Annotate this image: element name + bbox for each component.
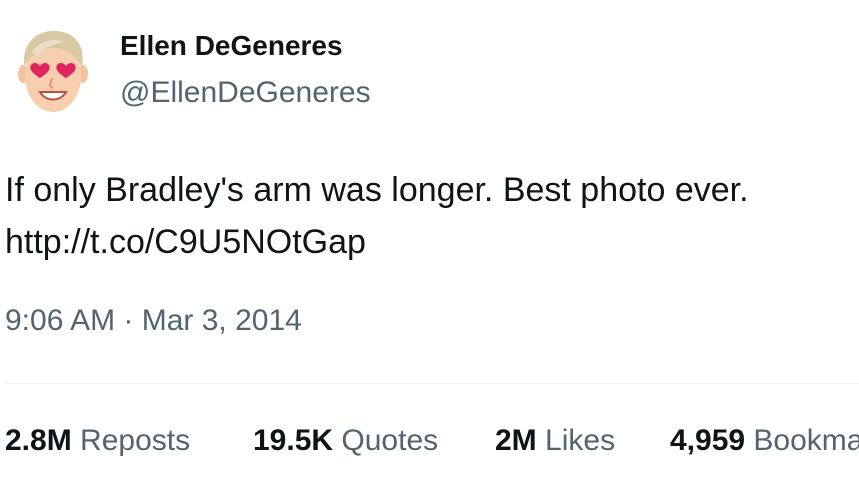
stat-label: Likes <box>545 424 616 457</box>
author-display-name[interactable]: Ellen DeGeneres <box>120 30 343 62</box>
tweet-link[interactable]: http://t.co/C9U5NOtGap <box>5 216 749 268</box>
stat-value: 4,959 <box>670 424 746 457</box>
stat-label: Bookmarks <box>753 424 859 457</box>
stat-likes[interactable]: 2M Likes <box>495 424 615 458</box>
tweet-text: If only Bradley's arm was longer. Best p… <box>5 164 749 268</box>
stat-quotes[interactable]: 19.5K Quotes <box>253 424 438 458</box>
stat-reposts[interactable]: 2.8M Reposts <box>5 424 190 458</box>
tweet-page: Ellen DeGeneres @EllenDeGeneres If only … <box>0 0 859 484</box>
stat-bookmarks[interactable]: 4,959 Bookmarks <box>670 424 859 458</box>
stat-value: 19.5K <box>253 424 334 457</box>
author-handle[interactable]: @EllenDeGeneres <box>120 76 371 110</box>
stat-value: 2.8M <box>5 424 72 457</box>
stat-label: Reposts <box>80 424 191 457</box>
stat-label: Quotes <box>341 424 439 457</box>
heart-eyes-avatar-icon <box>18 30 88 112</box>
divider <box>5 383 859 384</box>
stat-value: 2M <box>495 424 537 457</box>
tweet-timestamp[interactable]: 9:06 AM · Mar 3, 2014 <box>5 304 302 338</box>
avatar[interactable] <box>14 26 92 118</box>
tweet-text-line: If only Bradley's arm was longer. Best p… <box>5 171 749 209</box>
